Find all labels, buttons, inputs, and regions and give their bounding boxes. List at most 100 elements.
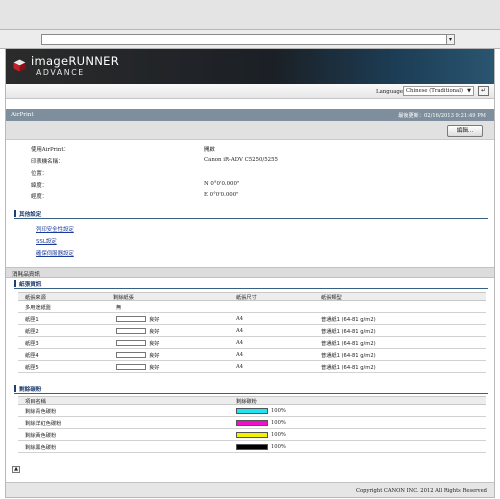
- toner-level-bar: [236, 432, 268, 438]
- paper-type: 普通紙1 (64-81 g/m2): [321, 329, 376, 335]
- paper-remaining: 無: [116, 305, 122, 311]
- toner-level: 100%: [271, 444, 286, 450]
- link-print-security[interactable]: 列印安全性設定: [36, 225, 74, 233]
- field-label: 經度：: [31, 194, 48, 200]
- table-row: 紙匣1 良好 A4 普通紙1 (64-81 g/m2): [18, 314, 486, 325]
- field-label: 印表機名稱：: [31, 159, 64, 165]
- field-value: N 0°0'0.000": [204, 181, 240, 187]
- toner-name: 剩餘青色碳粉: [25, 409, 57, 415]
- chevron-down-icon: ▼: [467, 88, 471, 94]
- column-header: 紙張來源: [25, 295, 46, 301]
- paper-type: 普通紙1 (64-81 g/m2): [321, 317, 376, 323]
- toner-level-bar: [236, 408, 268, 414]
- table-row: 紙匣5 良好 A4 普通紙1 (64-81 g/m2): [18, 362, 486, 373]
- edit-button[interactable]: 編輯...: [447, 125, 483, 137]
- page-title: AirPrint: [11, 112, 34, 118]
- other-settings-title: 其他設定: [19, 212, 42, 218]
- table-row: 剩餘青色碳粉 100%: [18, 406, 486, 417]
- paper-remaining: 良好: [149, 365, 160, 371]
- table-row: 剩餘黑色碳粉 100%: [18, 442, 486, 453]
- field-value: 開啟: [204, 147, 215, 153]
- table-row: 多用途紙盤 無: [18, 302, 486, 313]
- paper-source: 多用途紙盤: [25, 305, 51, 311]
- paper-size: A4: [236, 364, 244, 370]
- field-value: E 0°0'0.000": [204, 192, 239, 198]
- browser-toolbar: [0, 0, 500, 30]
- toner-level-bar: [236, 420, 268, 426]
- header-banner: imageRUNNER ADVANCE: [6, 49, 494, 84]
- toner-name: 剩餘黃色碳粉: [25, 433, 57, 439]
- toner-level: 100%: [271, 432, 286, 438]
- arrow-up-icon[interactable]: ▲: [12, 466, 20, 473]
- paper-source: 紙匣3: [25, 341, 39, 347]
- toner-table-header: 項目名稱 剩餘碳粉: [18, 396, 486, 405]
- table-row: 紙匣2 良好 A4 普通紙1 (64-81 g/m2): [18, 326, 486, 337]
- paper-level-bar: [116, 352, 146, 358]
- toner-level: 100%: [271, 408, 286, 414]
- button-bar: 編輯...: [6, 121, 494, 140]
- toner-header: 剩餘碳粉: [14, 384, 488, 394]
- paper-type: 普通紙1 (64-81 g/m2): [321, 341, 376, 347]
- field-label: 使用AirPrint：: [31, 147, 69, 153]
- column-header: 剩餘紙張: [113, 295, 134, 301]
- paper-info-header: 紙張資訊: [14, 279, 488, 289]
- table-row: 紙匣3 良好 A4 普通紙1 (64-81 g/m2): [18, 338, 486, 349]
- paper-source: 紙匣2: [25, 329, 39, 335]
- paper-level-bar: [116, 364, 146, 370]
- paper-level-bar: [116, 328, 146, 334]
- table-row: 剩餘黃色碳粉 100%: [18, 430, 486, 441]
- toner-level-bar: [236, 444, 268, 450]
- footer: Copyright CANON INC. 2012 All Rights Res…: [6, 482, 494, 497]
- language-select[interactable]: Chinese (Traditional) ▼: [403, 86, 474, 96]
- column-header: 紙張類型: [321, 295, 342, 301]
- paper-level-bar: [116, 340, 146, 346]
- language-bar: Language: Chinese (Traditional) ▼ ↵: [6, 84, 494, 99]
- last-updated: 最後更新：02/16/2013 9:21:49 PM: [398, 113, 486, 119]
- field-value: Canon iR-ADV C5250/5255: [204, 157, 278, 163]
- paper-size: A4: [236, 340, 244, 346]
- canon-cube-icon: [13, 59, 26, 72]
- address-input[interactable]: [41, 34, 454, 45]
- paper-size: A4: [236, 352, 244, 358]
- paper-info-title: 紙張資訊: [19, 282, 42, 288]
- paper-type: 普通紙1 (64-81 g/m2): [321, 353, 376, 359]
- language-selected: Chinese (Traditional): [406, 88, 463, 94]
- toner-name: 剩餘洋紅色碳粉: [25, 421, 62, 427]
- paper-table-header: 紙張來源 剩餘紙張 紙張尺寸 紙張類型: [18, 292, 486, 301]
- paper-source: 紙匣5: [25, 365, 39, 371]
- return-icon[interactable]: ↵: [478, 86, 489, 96]
- toner-level: 100%: [271, 420, 286, 426]
- consumables-header: 消耗品資訊: [6, 267, 494, 278]
- airprint-header: AirPrint 最後更新：02/16/2013 9:21:49 PM: [6, 109, 494, 121]
- copyright: Copyright CANON INC. 2012 All Rights Res…: [356, 488, 487, 494]
- paper-remaining: 良好: [149, 341, 160, 347]
- paper-size: A4: [236, 316, 244, 322]
- language-label: Language:: [376, 89, 405, 95]
- paper-level-bar: [116, 316, 146, 322]
- paper-source: 紙匣1: [25, 317, 39, 323]
- chevron-down-icon[interactable]: ▾: [446, 34, 455, 45]
- column-header: 紙張尺寸: [236, 295, 257, 301]
- toner-name: 剩餘黑色碳粉: [25, 445, 57, 451]
- column-header: 項目名稱: [25, 399, 46, 405]
- paper-type: 普通紙1 (64-81 g/m2): [321, 365, 376, 371]
- consumables-title: 消耗品資訊: [12, 272, 40, 278]
- field-label: 位置：: [31, 171, 48, 177]
- column-header: 剩餘碳粉: [236, 399, 257, 405]
- table-row: 剩餘洋紅色碳粉 100%: [18, 418, 486, 429]
- paper-source: 紙匣4: [25, 353, 39, 359]
- remote-ui-page: imageRUNNER ADVANCE Language: Chinese (T…: [5, 49, 495, 498]
- address-bar: ▾: [0, 30, 500, 49]
- field-label: 緯度：: [31, 183, 48, 189]
- toner-title: 剩餘碳粉: [19, 387, 42, 393]
- other-settings-header: 其他設定: [14, 209, 488, 219]
- table-row: 紙匣4 良好 A4 普通紙1 (64-81 g/m2): [18, 350, 486, 361]
- paper-remaining: 良好: [149, 317, 160, 323]
- paper-remaining: 良好: [149, 329, 160, 335]
- link-server-settings[interactable]: 確保伺服器設定: [36, 249, 74, 257]
- paper-size: A4: [236, 328, 244, 334]
- brand-name: imageRUNNER: [31, 54, 119, 68]
- brand-sub: ADVANCE: [36, 68, 85, 77]
- paper-remaining: 良好: [149, 353, 160, 359]
- link-ssl-settings[interactable]: SSL設定: [36, 237, 57, 245]
